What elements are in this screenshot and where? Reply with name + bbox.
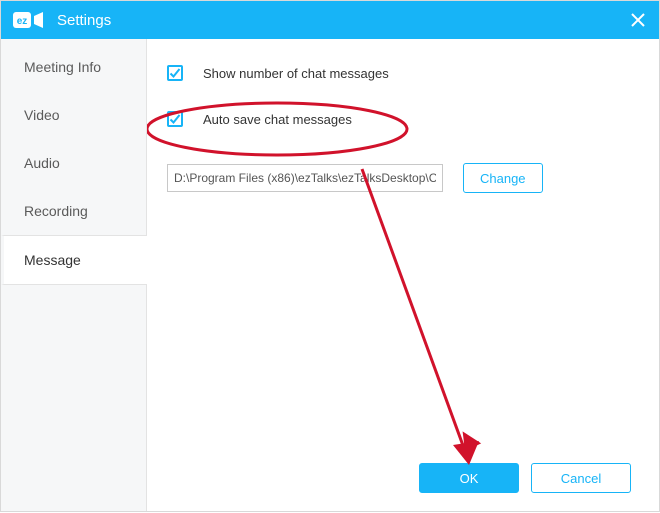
checkbox-auto-save[interactable] [167, 111, 183, 127]
checkbox-show-number[interactable] [167, 65, 183, 81]
sidebar-item-meeting-info[interactable]: Meeting Info [1, 43, 146, 91]
close-button[interactable] [631, 1, 645, 39]
annotation-arrow-head-icon [454, 430, 481, 456]
option-auto-save: Auto save chat messages [167, 111, 631, 127]
sidebar-item-label: Video [24, 107, 60, 123]
titlebar: ez Settings [1, 1, 659, 39]
app-logo-icon: ez [13, 10, 47, 30]
annotation-arrow-line-icon [362, 169, 465, 451]
sidebar-item-label: Recording [24, 203, 88, 219]
change-button[interactable]: Change [463, 163, 543, 193]
cancel-button[interactable]: Cancel [531, 463, 631, 493]
sidebar-item-label: Message [24, 252, 81, 268]
sidebar-item-label: Meeting Info [24, 59, 101, 75]
checkmark-icon [169, 67, 181, 79]
footer-buttons: OK Cancel [407, 463, 631, 493]
sidebar-item-recording[interactable]: Recording [1, 187, 146, 235]
checkmark-icon [169, 113, 181, 125]
main-area: Meeting Info Video Audio Recording Messa… [1, 39, 659, 511]
sidebar-item-message[interactable]: Message [1, 235, 147, 285]
option-label: Auto save chat messages [203, 112, 352, 127]
sidebar-item-label: Audio [24, 155, 60, 171]
svg-text:ez: ez [17, 16, 28, 27]
sidebar-item-audio[interactable]: Audio [1, 139, 146, 187]
sidebar-item-video[interactable]: Video [1, 91, 146, 139]
annotation-arrow-head-icon [453, 441, 479, 465]
content-panel: Show number of chat messages Auto save c… [147, 39, 659, 511]
window-title: Settings [57, 12, 111, 29]
option-label: Show number of chat messages [203, 66, 389, 81]
ok-button[interactable]: OK [419, 463, 519, 493]
save-path-row: Change [167, 163, 631, 193]
save-path-input[interactable] [167, 164, 443, 192]
option-show-number: Show number of chat messages [167, 65, 631, 81]
close-icon [631, 13, 645, 27]
sidebar: Meeting Info Video Audio Recording Messa… [1, 39, 147, 511]
